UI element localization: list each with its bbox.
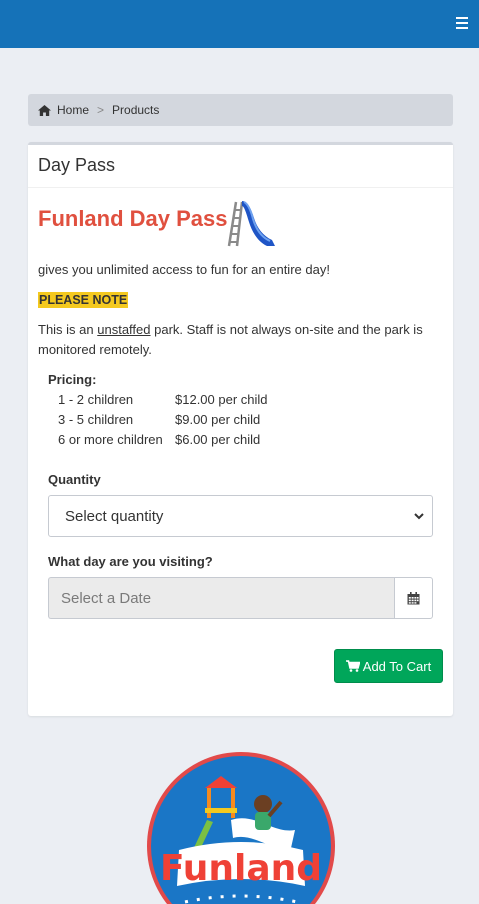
logo-text: Funland <box>160 848 322 889</box>
breadcrumb-home-link[interactable]: Home <box>57 103 89 117</box>
price-row: 3 - 5 children $9.00 per child <box>58 412 260 427</box>
price-value: $6.00 per child <box>175 432 261 447</box>
quantity-select[interactable]: Select quantity <box>48 495 433 537</box>
price-value: $12.00 per child <box>175 392 268 407</box>
breadcrumb-separator: > <box>97 103 105 117</box>
product-heading: Funland Day Pass <box>38 206 228 231</box>
product-intro: gives you unlimited access to fun for an… <box>38 262 330 277</box>
price-row: 6 or more children $6.00 per child <box>58 432 260 447</box>
funland-logo: Funland <box>147 752 335 904</box>
quantity-selected-value: Select quantity <box>65 507 164 525</box>
visit-date-label: What day are you visiting? <box>48 554 213 569</box>
breadcrumb-current: Products <box>112 103 160 117</box>
add-to-cart-button[interactable]: Add To Cart <box>334 649 443 683</box>
please-note-label: PLEASE NOTE <box>38 292 129 308</box>
panel-title: Day Pass <box>38 155 116 175</box>
notice-text-start: This is an <box>38 322 98 337</box>
slide-icon <box>227 201 275 247</box>
chevron-down-icon <box>414 513 424 520</box>
pricing-label: Pricing: <box>48 372 97 387</box>
add-to-cart-label: Add To Cart <box>362 658 432 674</box>
price-tier: 6 or more children <box>58 432 163 447</box>
panel-divider <box>28 187 453 188</box>
price-row: 1 - 2 children $12.00 per child <box>58 392 268 407</box>
home-icon <box>38 104 51 116</box>
product-panel: Day Pass Funland Day Pass gives you unli… <box>28 142 453 716</box>
price-tier: 3 - 5 children <box>58 412 134 427</box>
calendar-button[interactable] <box>394 577 433 619</box>
menu-bars-icon[interactable] <box>456 17 468 29</box>
unstaffed-notice: This is an unstaffed park. Staff is not … <box>38 320 443 360</box>
breadcrumb: Home > Products <box>28 94 453 126</box>
top-navbar <box>0 0 479 48</box>
cart-icon <box>345 660 360 672</box>
visit-date-input[interactable]: Select a Date <box>48 577 394 619</box>
price-tier: 1 - 2 children <box>58 392 134 407</box>
quantity-label: Quantity <box>48 472 101 487</box>
notice-unstaffed: unstaffed <box>97 322 151 337</box>
visit-date-placeholder: Select a Date <box>61 589 152 607</box>
calendar-icon <box>407 591 420 604</box>
price-value: $9.00 per child <box>175 412 261 427</box>
